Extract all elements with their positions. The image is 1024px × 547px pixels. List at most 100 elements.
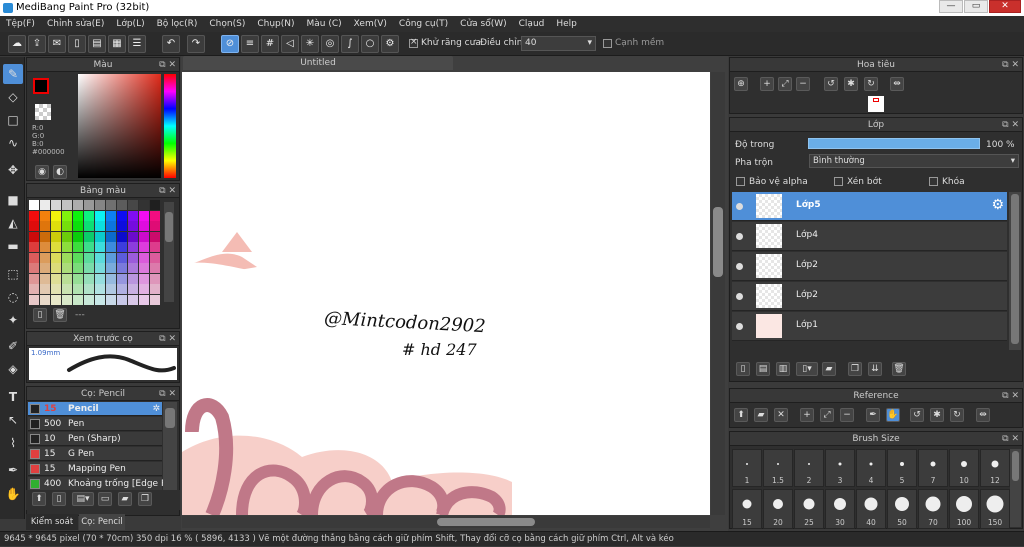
layer-row-lop5[interactable]: Lớp5 ⚙ — [732, 192, 1007, 221]
eye-icon[interactable] — [736, 263, 743, 270]
swatch-cell[interactable] — [139, 284, 149, 294]
swatch-cell[interactable] — [84, 263, 94, 273]
swatch-cell[interactable] — [73, 263, 83, 273]
vanishing-snap-icon[interactable]: ◁ — [281, 35, 299, 53]
rotate-right-icon[interactable]: ↻ — [864, 77, 878, 91]
brush-size-option[interactable]: 20 — [763, 489, 793, 529]
brush-item-pen-sharp[interactable]: 10 Pen (Sharp) — [28, 432, 162, 446]
swatch-cell[interactable] — [51, 294, 61, 305]
swatch-cell[interactable] — [117, 242, 127, 252]
swatch-cell[interactable] — [84, 284, 94, 294]
fill-rect-tool-icon[interactable]: ■ — [3, 190, 23, 210]
reference-hand-icon[interactable]: ✋ — [886, 408, 900, 422]
brush-folder-icon[interactable]: ▰ — [118, 492, 132, 506]
eye-icon[interactable] — [736, 233, 743, 240]
swatch-cell[interactable] — [106, 273, 116, 284]
swatch-cell[interactable] — [84, 200, 94, 210]
swatch-cell[interactable] — [150, 284, 160, 294]
swatch-cell[interactable] — [51, 210, 61, 221]
brush-size-option[interactable]: 25 — [794, 489, 824, 529]
swatch-cell[interactable] — [40, 231, 50, 242]
select-rect-icon[interactable]: ⬚ — [3, 264, 23, 284]
swatch-cell[interactable] — [106, 284, 116, 294]
swatch-cell[interactable] — [84, 210, 94, 221]
reference-close-icon[interactable]: ✕ — [774, 408, 788, 422]
swatch-cell[interactable] — [29, 242, 39, 252]
brush-item-pen[interactable]: 500 Pen — [28, 417, 162, 431]
swatch-cell[interactable] — [62, 273, 72, 284]
swatch-cell[interactable] — [106, 242, 116, 252]
protect-alpha-checkbox[interactable] — [736, 177, 745, 186]
swatch-cell[interactable] — [150, 231, 160, 242]
swatch-cell[interactable] — [117, 210, 127, 221]
new-file-icon[interactable]: ▯ — [68, 35, 86, 53]
minimize-button[interactable]: — — [939, 0, 963, 13]
new-layer-icon[interactable]: ▯ — [736, 362, 750, 376]
eyedropper-tool-icon[interactable]: ⌇ — [3, 433, 23, 453]
cloud-icon[interactable]: ☁ — [8, 35, 26, 53]
swatch-cell[interactable] — [128, 210, 138, 221]
swatch-cell[interactable] — [29, 231, 39, 242]
fit-window-icon[interactable]: ⤢ — [778, 77, 792, 91]
maximize-button[interactable]: ▭ — [964, 0, 988, 13]
canvas-vertical-scrollbar[interactable] — [711, 72, 725, 515]
swatch-cell[interactable] — [29, 221, 39, 231]
swatch-cell[interactable] — [106, 231, 116, 242]
swatch-cell[interactable] — [73, 252, 83, 263]
layer-add-menu-icon[interactable]: ▯▾ — [796, 362, 818, 376]
select-lasso-icon[interactable]: ◌ — [3, 287, 23, 307]
swatch-cell[interactable] — [84, 294, 94, 305]
swatch-cell[interactable] — [117, 221, 127, 231]
swatch-cell[interactable] — [128, 273, 138, 284]
new-brush-icon[interactable]: ▯ — [52, 492, 66, 506]
swatch-cell[interactable] — [117, 284, 127, 294]
swatch-cell[interactable] — [29, 252, 39, 263]
swatch-cell[interactable] — [62, 242, 72, 252]
rotate-left-icon[interactable]: ↺ — [824, 77, 838, 91]
eye-icon[interactable] — [736, 293, 743, 300]
new-halftone-layer-icon[interactable]: ▤ — [756, 362, 770, 376]
swatch-cell[interactable] — [62, 221, 72, 231]
eye-icon[interactable] — [736, 203, 743, 210]
swatch-cell[interactable] — [51, 221, 61, 231]
saturation-value-picker[interactable] — [78, 74, 161, 178]
swatch-cell[interactable] — [73, 231, 83, 242]
swatch-cell[interactable] — [95, 294, 105, 305]
reference-zoom-in-icon[interactable]: + — [800, 408, 814, 422]
swatch-cell[interactable] — [139, 231, 149, 242]
foreground-color-swatch[interactable] — [33, 78, 49, 94]
swatch-cell[interactable] — [51, 273, 61, 284]
brush-item-g-pen[interactable]: 15 G Pen — [28, 447, 162, 461]
swatch-cell[interactable] — [73, 284, 83, 294]
parallel-snap-icon[interactable]: ≡ — [241, 35, 259, 53]
grid-icon[interactable]: ▦ — [108, 35, 126, 53]
lasso-brush-icon[interactable]: ∿ — [3, 133, 23, 153]
panel-close-icon[interactable]: ⧉ ✕ — [1002, 389, 1019, 403]
eraser-tool-icon[interactable]: ◇ — [3, 87, 23, 107]
canvas-horizontal-scrollbar[interactable] — [182, 516, 710, 528]
swatch-cell[interactable] — [51, 263, 61, 273]
swatch-cell[interactable] — [128, 294, 138, 305]
clip-checkbox[interactable] — [834, 177, 843, 186]
layer-folder-icon[interactable]: ▰ — [822, 362, 836, 376]
save-icon[interactable]: ▤ — [88, 35, 106, 53]
swatch-cell[interactable] — [139, 263, 149, 273]
reference-rotate-right-icon[interactable]: ↻ — [950, 408, 964, 422]
swatch-cell[interactable] — [106, 200, 116, 210]
ellipse-snap-icon[interactable]: ○ — [361, 35, 379, 53]
eye-icon[interactable] — [736, 323, 743, 330]
swatch-cell[interactable] — [106, 263, 116, 273]
swatch-cell[interactable] — [62, 252, 72, 263]
swatch-cell[interactable] — [40, 263, 50, 273]
opacity-slider[interactable] — [808, 138, 980, 149]
adjust-select[interactable]: 40 ▾ — [521, 36, 596, 51]
brush-size-option[interactable]: 5 — [887, 449, 917, 487]
swatch-cell[interactable] — [73, 210, 83, 221]
swatch-cell[interactable] — [117, 294, 127, 305]
panel-close-icon[interactable]: ⧉ ✕ — [1002, 118, 1019, 132]
settings-gear-icon[interactable]: ⚙ — [381, 35, 399, 53]
reference-open-icon[interactable]: ▰ — [754, 408, 768, 422]
panel-close-icon[interactable]: ⧉ ✕ — [159, 184, 176, 198]
swatch-cell[interactable] — [84, 252, 94, 263]
brush-size-option[interactable]: 150 — [980, 489, 1010, 529]
